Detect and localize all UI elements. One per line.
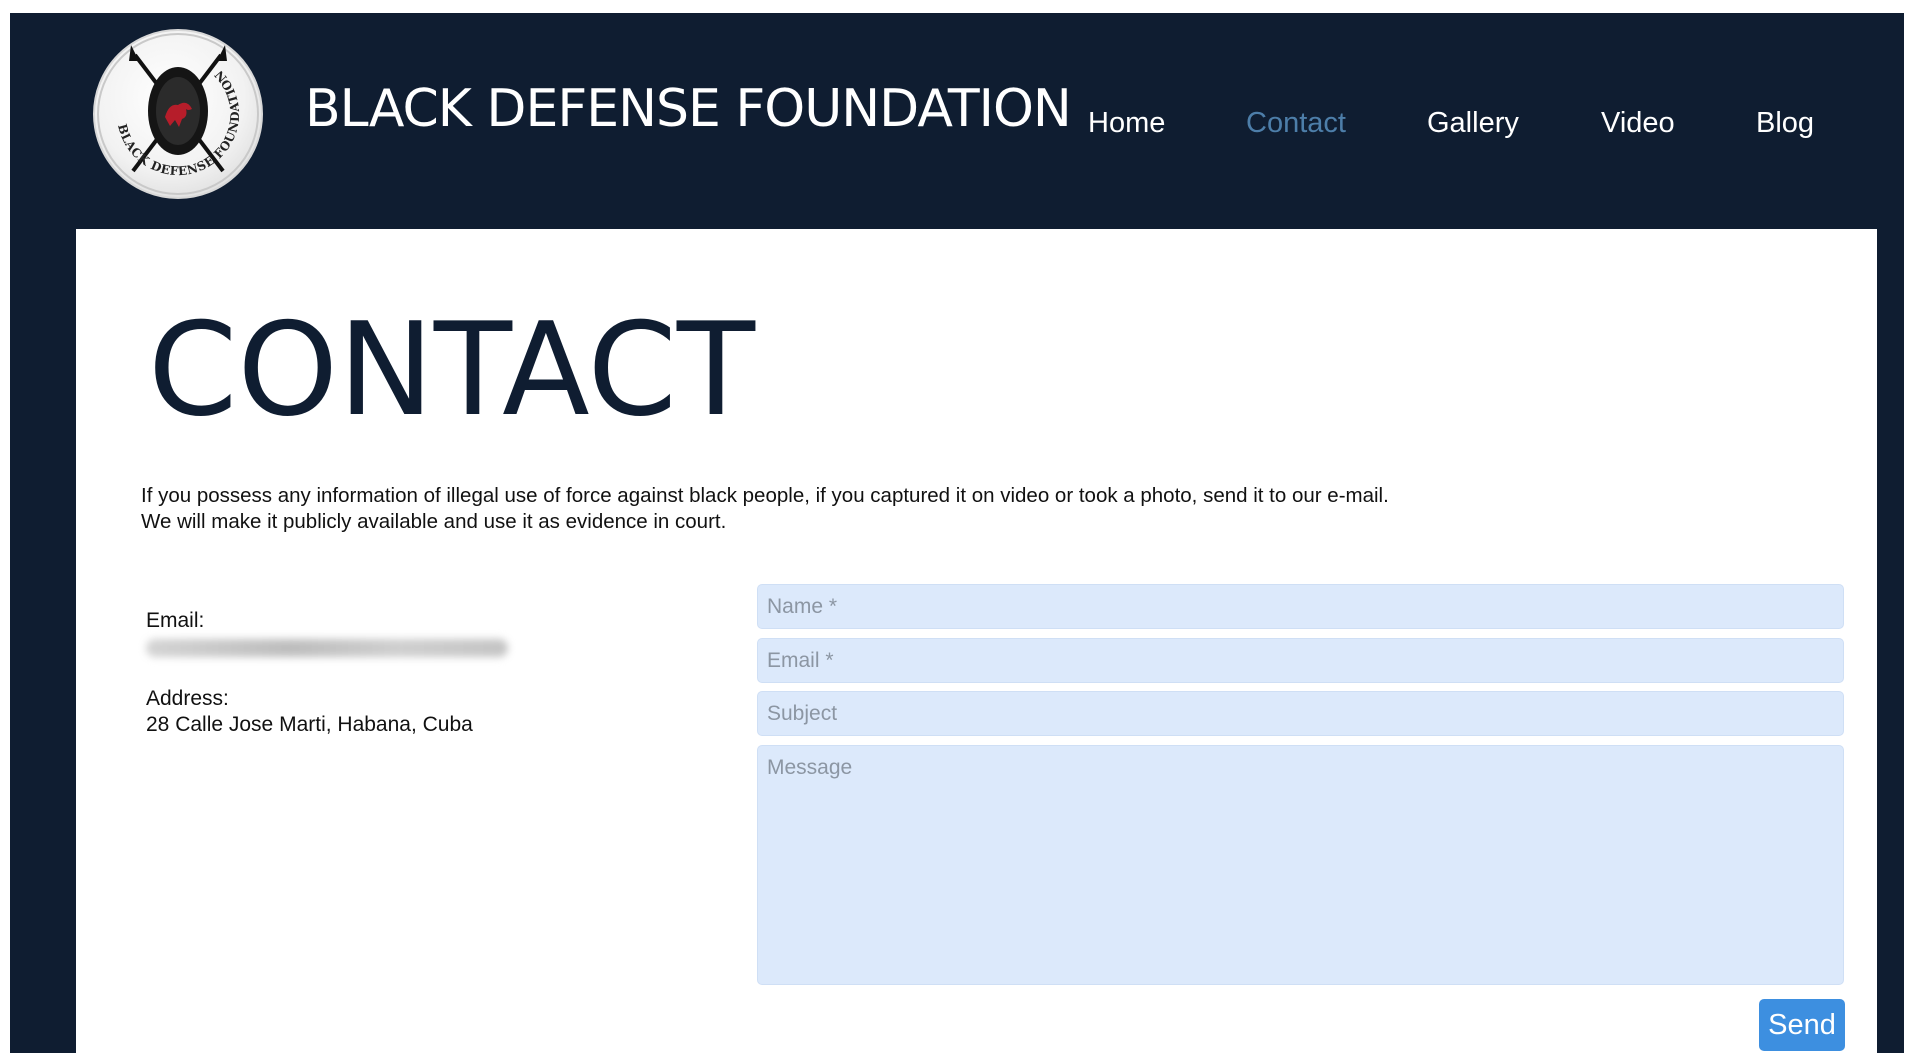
nav-home[interactable]: Home (1088, 107, 1165, 140)
send-button[interactable]: Send (1759, 999, 1845, 1051)
name-input[interactable] (757, 584, 1844, 629)
content-panel: CONTACT If you possess any information o… (76, 229, 1877, 1053)
nav-video[interactable]: Video (1601, 107, 1675, 140)
email-value-redacted (146, 639, 508, 657)
nav-contact[interactable]: Contact (1246, 107, 1346, 140)
site-frame: BLACK DEFENSE FOUNDATION BLACK DEFENSE F… (10, 13, 1904, 1053)
address-label: Address: (146, 687, 229, 710)
email-label: Email: (146, 609, 205, 632)
message-textarea[interactable] (757, 745, 1844, 985)
shield-spears-icon: BLACK DEFENSE FOUNDATION (97, 33, 259, 195)
page-title: CONTACT (148, 296, 755, 445)
site-brand[interactable]: BLACK DEFENSE FOUNDATION (305, 79, 1072, 139)
email-input[interactable] (757, 638, 1844, 683)
nav-blog[interactable]: Blog (1756, 107, 1814, 140)
intro-text: If you possess any information of illega… (141, 484, 1389, 533)
subject-input[interactable] (757, 691, 1844, 736)
nav-gallery[interactable]: Gallery (1427, 107, 1519, 140)
address-value: 28 Calle Jose Marti, Habana, Cuba (146, 713, 473, 736)
site-logo[interactable]: BLACK DEFENSE FOUNDATION (93, 29, 263, 199)
